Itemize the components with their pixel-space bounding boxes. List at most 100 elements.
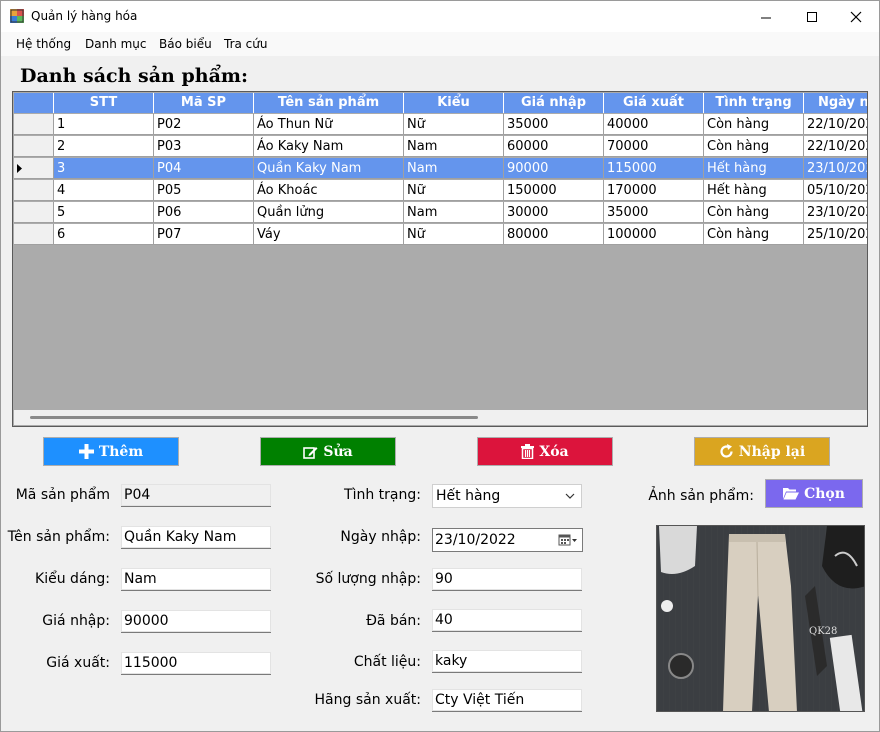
cell-stt[interactable]: 5	[54, 202, 154, 223]
cell-kieu[interactable]: Nam	[404, 202, 504, 223]
maximize-button[interactable]	[789, 1, 835, 32]
chat-lieu-field[interactable]: kaky	[432, 650, 582, 673]
delete-button[interactable]: Xóa	[477, 437, 613, 466]
choose-image-button[interactable]: Chọn	[765, 479, 863, 508]
tinh-trang-value: Hết hàng	[436, 488, 501, 504]
column-header-stt[interactable]: STT	[54, 93, 154, 113]
cell-kieu[interactable]: Nam	[404, 136, 504, 157]
column-header-gia-xuat[interactable]: Giá xuất	[604, 93, 704, 113]
cell-gia-xuat[interactable]: 40000	[604, 114, 704, 135]
minimize-button[interactable]	[743, 1, 789, 32]
row-header[interactable]	[14, 114, 54, 135]
column-header-ma-sp[interactable]: Mã SP	[154, 93, 254, 113]
cell-ngay-nhap[interactable]: 22/10/202	[804, 136, 867, 157]
trash-icon	[521, 444, 535, 459]
cell-stt[interactable]: 3	[54, 158, 154, 179]
cell-stt[interactable]: 1	[54, 114, 154, 135]
cell-gia-nhap[interactable]: 80000	[504, 224, 604, 245]
kieu-dang-field[interactable]: Nam	[121, 568, 271, 591]
cell-ma-sp[interactable]: P03	[154, 136, 254, 157]
table-row[interactable]: 1 P02 Áo Thun Nữ Nữ 35000 40000 Còn hàng 22/10/…	[14, 114, 867, 136]
da-ban-field[interactable]: 40	[432, 609, 582, 632]
grid-corner-header	[14, 93, 54, 113]
table-row[interactable]: 4 P05 Áo Khoác Nữ 150000 170000 Hết hàng 05/10/…	[14, 180, 867, 202]
cell-ten-san-pham[interactable]: Áo Khoác	[254, 180, 404, 201]
cell-ten-san-pham[interactable]: Áo Kaky Nam	[254, 136, 404, 157]
table-row[interactable]: 3 P04 Quần Kaky Nam Nam 90000 115000 Hết hàng 2…	[14, 158, 867, 180]
cell-ten-san-pham[interactable]: Áo Thun Nữ	[254, 114, 404, 135]
column-header-kieu[interactable]: Kiểu	[404, 93, 504, 113]
menu-he-thong[interactable]: Hệ thống	[16, 37, 71, 51]
row-header[interactable]	[14, 180, 54, 201]
cell-kieu[interactable]: Nam	[404, 158, 504, 179]
cell-ngay-nhap[interactable]: 23/10/202	[804, 202, 867, 223]
gia-xuat-field[interactable]: 115000	[121, 652, 271, 675]
cell-stt[interactable]: 4	[54, 180, 154, 201]
column-header-ten-san-pham[interactable]: Tên sản phẩm	[254, 93, 404, 113]
product-image: QK28	[656, 525, 865, 712]
cell-tinh-trang[interactable]: Còn hàng	[704, 136, 804, 157]
row-header[interactable]	[14, 202, 54, 223]
table-row[interactable]: 5 P06 Quần lửng Nam 30000 35000 Còn hàng 23/10/…	[14, 202, 867, 224]
row-header[interactable]	[14, 158, 54, 179]
cell-ma-sp[interactable]: P05	[154, 180, 254, 201]
ma-san-pham-field[interactable]: P04	[121, 484, 271, 507]
cell-kieu[interactable]: Nữ	[404, 114, 504, 135]
cell-ngay-nhap[interactable]: 05/10/202	[804, 180, 867, 201]
label-ma-san-pham: Mã sản phẩm	[15, 487, 110, 503]
cell-tinh-trang[interactable]: Còn hàng	[704, 224, 804, 245]
so-luong-nhap-field[interactable]: 90	[432, 568, 582, 591]
cell-ma-sp[interactable]: P06	[154, 202, 254, 223]
table-row[interactable]: 6 P07 Váy Nữ 80000 100000 Còn hàng 25/10/202	[14, 224, 867, 246]
menu-tra-cuu[interactable]: Tra cứu	[224, 37, 267, 51]
cell-ngay-nhap[interactable]: 25/10/202	[804, 224, 867, 245]
cell-ten-san-pham[interactable]: Váy	[254, 224, 404, 245]
cell-ma-sp[interactable]: P07	[154, 224, 254, 245]
column-header-ngay-nhap[interactable]: Ngày nh	[804, 93, 867, 113]
close-button[interactable]	[833, 1, 879, 32]
cell-ngay-nhap[interactable]: 23/10/202	[804, 158, 867, 179]
cell-ten-san-pham[interactable]: Quần lửng	[254, 202, 404, 223]
label-so-luong-nhap: Số lượng nhập:	[315, 571, 421, 587]
column-header-gia-nhap[interactable]: Giá nhập	[504, 93, 604, 113]
ten-san-pham-field[interactable]: Quần Kaky Nam	[121, 526, 271, 549]
cell-gia-xuat[interactable]: 35000	[604, 202, 704, 223]
hang-san-xuat-field[interactable]: Cty Việt Tiến	[432, 689, 582, 712]
cell-tinh-trang[interactable]: Còn hàng	[704, 202, 804, 223]
tinh-trang-select[interactable]: Hết hàng	[432, 484, 582, 508]
row-header[interactable]	[14, 136, 54, 157]
grid-horizontal-scrollbar[interactable]	[14, 410, 867, 425]
table-row[interactable]: 2 P03 Áo Kaky Nam Nam 60000 70000 Còn hàng 22/1…	[14, 136, 867, 158]
edit-button[interactable]: Sửa	[260, 437, 396, 466]
cell-ngay-nhap[interactable]: 22/10/202	[804, 114, 867, 135]
ngay-nhap-date-picker[interactable]: 23/10/2022	[432, 528, 583, 552]
add-button[interactable]: Thêm	[43, 437, 179, 466]
cell-gia-xuat[interactable]: 70000	[604, 136, 704, 157]
product-grid[interactable]: STT Mã SP Tên sản phẩm Kiểu Giá nhập Giá…	[12, 91, 868, 427]
cell-stt[interactable]: 2	[54, 136, 154, 157]
cell-gia-nhap[interactable]: 150000	[504, 180, 604, 201]
menu-danh-muc[interactable]: Danh mục	[85, 37, 147, 51]
cell-tinh-trang[interactable]: Hết hàng	[704, 158, 804, 179]
cell-gia-xuat[interactable]: 170000	[604, 180, 704, 201]
cell-tinh-trang[interactable]: Hết hàng	[704, 180, 804, 201]
cell-kieu[interactable]: Nữ	[404, 224, 504, 245]
column-header-tinh-trang[interactable]: Tình trạng	[704, 93, 804, 113]
reset-button[interactable]: Nhập lại	[694, 437, 830, 466]
cell-gia-xuat[interactable]: 100000	[604, 224, 704, 245]
cell-gia-nhap[interactable]: 30000	[504, 202, 604, 223]
cell-ten-san-pham[interactable]: Quần Kaky Nam	[254, 158, 404, 179]
cell-tinh-trang[interactable]: Còn hàng	[704, 114, 804, 135]
scrollbar-thumb[interactable]	[30, 416, 478, 419]
cell-gia-nhap[interactable]: 60000	[504, 136, 604, 157]
cell-ma-sp[interactable]: P02	[154, 114, 254, 135]
row-header[interactable]	[14, 224, 54, 245]
cell-stt[interactable]: 6	[54, 224, 154, 245]
gia-nhap-field[interactable]: 90000	[121, 610, 271, 633]
cell-gia-xuat[interactable]: 115000	[604, 158, 704, 179]
cell-ma-sp[interactable]: P04	[154, 158, 254, 179]
cell-gia-nhap[interactable]: 90000	[504, 158, 604, 179]
cell-gia-nhap[interactable]: 35000	[504, 114, 604, 135]
cell-kieu[interactable]: Nữ	[404, 180, 504, 201]
menu-bao-bieu[interactable]: Báo biểu	[159, 37, 212, 51]
